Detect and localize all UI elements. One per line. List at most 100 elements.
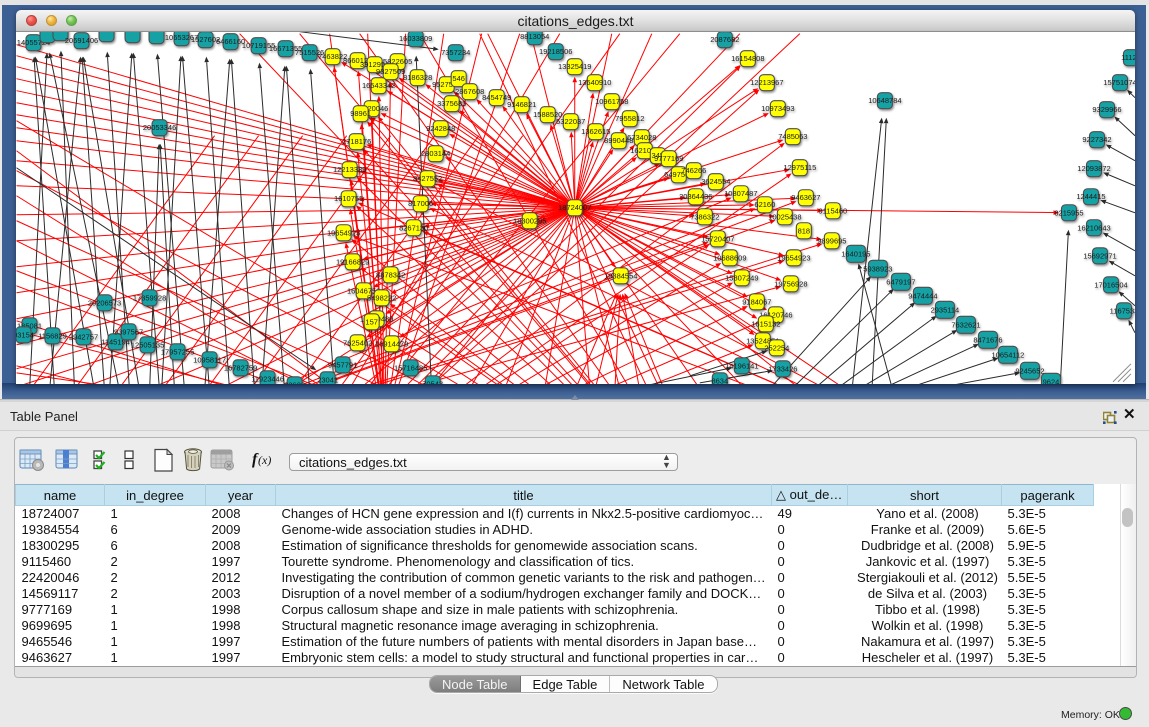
svg-text:1156829: 1156829 [38, 331, 67, 340]
svg-text:16154808: 16154808 [731, 54, 764, 63]
svg-text:12505135: 12505135 [131, 340, 164, 349]
svg-text:18724007: 18724007 [558, 203, 591, 212]
svg-text:1362615: 1362615 [581, 127, 610, 136]
svg-text:(x): (x) [258, 453, 271, 467]
svg-text:7386322: 7386322 [690, 212, 719, 221]
svg-text:817006: 817006 [408, 199, 433, 208]
svg-text:20364436: 20364436 [679, 192, 712, 201]
svg-text:12975115: 12975115 [783, 163, 816, 172]
svg-text:6466160: 6466160 [216, 37, 245, 46]
svg-text:10807487: 10807487 [724, 189, 757, 198]
svg-text:818: 818 [798, 226, 811, 235]
svg-text:9899695: 9899695 [817, 236, 846, 245]
svg-text:8427552: 8427552 [413, 174, 442, 183]
svg-text:8634: 8634 [711, 376, 728, 384]
svg-text:15692971: 15692971 [1083, 251, 1116, 260]
svg-text:10025438: 10025438 [768, 212, 801, 221]
svg-text:10961758: 10961758 [595, 97, 628, 106]
svg-text:7955812: 7955812 [615, 114, 644, 123]
svg-text:252254: 252254 [764, 343, 789, 352]
svg-text:12213967: 12213967 [750, 78, 783, 87]
svg-text:93154: 93154 [16, 330, 34, 339]
svg-text:16210643: 16210643 [1077, 223, 1110, 232]
svg-text:13325419: 13325419 [558, 62, 591, 71]
svg-text:8267130: 8267130 [399, 223, 428, 232]
svg-text:19756928: 19756928 [774, 279, 807, 288]
svg-text:15751074: 15751074 [1103, 78, 1135, 87]
svg-text:17957255: 17957255 [161, 347, 194, 356]
svg-text:98961: 98961 [350, 109, 371, 118]
svg-text:14196141: 14196141 [725, 361, 758, 370]
svg-text:6479197: 6479197 [886, 277, 915, 286]
svg-text:7485063: 7485063 [778, 132, 807, 141]
svg-text:19166829: 19166829 [336, 257, 369, 266]
svg-text:8813054: 8813054 [520, 32, 549, 41]
svg-text:2935114: 2935114 [931, 305, 960, 314]
svg-text:3375685: 3375685 [437, 99, 466, 108]
svg-text:15720407: 15720407 [701, 234, 734, 243]
svg-text:15716485: 15716485 [394, 363, 427, 372]
svg-text:19654923: 19654923 [327, 228, 360, 237]
svg-text:9777169: 9777169 [654, 154, 683, 163]
svg-text:15807249: 15807249 [725, 273, 758, 282]
svg-text:12213389: 12213389 [333, 165, 366, 174]
svg-text:9245652: 9245652 [1015, 366, 1044, 375]
svg-text:16782759: 16782759 [224, 363, 257, 372]
svg-text:10958117: 10958117 [193, 355, 226, 364]
svg-text:18300295: 18300295 [513, 216, 546, 225]
svg-text:7357234: 7357234 [441, 48, 470, 57]
svg-text:19384554: 19384554 [604, 271, 637, 280]
svg-text:1615132: 1615132 [751, 319, 780, 328]
svg-text:10654112: 10654112 [992, 350, 1025, 359]
svg-text:3624554: 3624554 [701, 177, 730, 186]
svg-text:16914479: 16914479 [375, 339, 408, 348]
svg-text:5498222: 5498222 [367, 293, 396, 302]
svg-text:12093872: 12093872 [1077, 164, 1110, 173]
svg-text:546: 546 [452, 74, 465, 83]
svg-text:6734028: 6734028 [627, 133, 656, 142]
svg-text:19654923: 19654923 [777, 253, 810, 262]
svg-text:157: 157 [365, 317, 378, 326]
svg-text:9184067: 9184067 [742, 297, 771, 306]
svg-text:8215955: 8215955 [1054, 208, 1083, 217]
svg-text:8471676: 8471676 [973, 335, 1002, 344]
svg-text:20053346: 20053346 [143, 123, 176, 132]
svg-text:2087682: 2087682 [710, 35, 739, 44]
svg-text:10688609: 10688609 [713, 253, 746, 262]
svg-text:10648784: 10648784 [868, 96, 901, 105]
svg-text:9474444: 9474444 [908, 291, 937, 300]
svg-text:1733426: 1733426 [768, 364, 797, 373]
svg-text:20691406: 20691406 [65, 36, 98, 45]
svg-text:9463627: 9463627 [791, 193, 820, 202]
svg-text:746266: 746266 [681, 166, 706, 175]
svg-text:13640910: 13640910 [578, 78, 611, 87]
svg-text:7625402: 7625402 [343, 338, 372, 347]
svg-text:9146821: 9146821 [507, 100, 536, 109]
svg-text:10973493: 10973493 [761, 104, 794, 113]
svg-text:2803144: 2803144 [421, 149, 450, 158]
svg-text:11923446: 11923446 [251, 374, 284, 383]
svg-text:70543: 70543 [422, 379, 443, 384]
svg-text:9329966: 9329966 [1092, 105, 1121, 114]
svg-text:9227342: 9227342 [1082, 135, 1111, 144]
svg-text:17359928: 17359928 [133, 293, 166, 302]
svg-text:5322037: 5322037 [556, 117, 585, 126]
svg-text:17016504: 17016504 [1094, 280, 1127, 289]
svg-text:1610755: 1610755 [334, 194, 363, 203]
svg-text:11123: 11123 [1121, 53, 1135, 62]
svg-text:23041: 23041 [317, 375, 338, 384]
svg-text:16543342: 16543342 [362, 81, 395, 90]
svg-text:16033809: 16033809 [399, 34, 432, 43]
svg-text:8186328: 8186328 [403, 73, 432, 82]
svg-text:1167533: 1167533 [1110, 306, 1135, 315]
svg-text:9624: 9624 [1043, 377, 1060, 384]
svg-text:9457791: 9457791 [328, 360, 357, 369]
svg-text:2942757: 2942757 [69, 332, 98, 341]
svg-text:83622: 83622 [284, 380, 305, 384]
svg-text:9327509: 9327509 [376, 67, 405, 76]
svg-text:1244415: 1244415 [1076, 192, 1105, 201]
svg-text:9242848: 9242848 [426, 124, 455, 133]
svg-text:8878342: 8878342 [376, 270, 405, 279]
svg-text:62160: 62160 [754, 200, 775, 209]
svg-text:1640195: 1640195 [841, 249, 870, 258]
